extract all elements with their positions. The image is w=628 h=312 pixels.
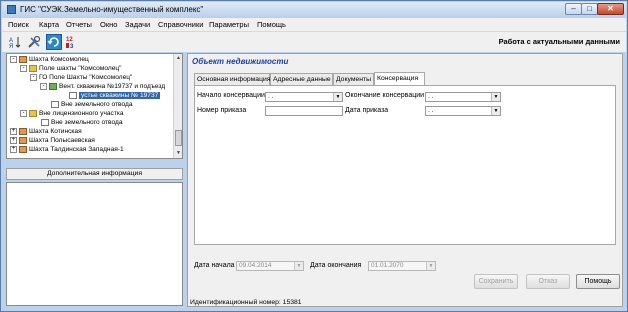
mine-icon [19,55,27,63]
collapse-icon[interactable]: - [10,55,17,63]
app-window: ГИС "СУЭК.Земельно-имущественный комплек… [0,0,628,312]
svg-text:12: 12 [66,37,73,43]
document-icon [41,118,49,126]
tab-documents[interactable]: Документы [333,73,374,85]
maximize-button[interactable]: □ [581,3,598,15]
title-bar[interactable]: ГИС "СУЭК.Земельно-имущественный комплек… [2,2,626,18]
chevron-down-icon: ▼ [294,262,303,270]
tab-address[interactable]: Адресные данные [270,73,333,85]
collapse-icon[interactable]: - [40,82,47,90]
date-start-field: 09.04.2014 ▼ [236,261,304,271]
scroll-thumb[interactable] [175,130,182,146]
panel-title: Объект недвижимости [192,57,289,66]
object-panel: Объект недвижимости Основная информация … [187,53,623,307]
tree-item[interactable]: + Шахта Талдинская Западная-1 [10,145,124,154]
tree-item[interactable]: - Вент. скважина №19737 и подъезд [40,82,165,91]
close-button[interactable]: ✕ [597,3,624,15]
menu-parameters[interactable]: Параметры [209,20,249,29]
object-tree[interactable]: - Шахта Комсомолец - Поле шахты "Комсомоле… [6,53,183,159]
menu-references[interactable]: Справочники [158,20,203,29]
object-icon [69,91,77,99]
chevron-down-icon[interactable]: ▼ [333,93,342,101]
order-number-field[interactable] [265,106,343,116]
cancel-button[interactable]: Отказ [526,274,570,289]
document-icon [51,100,59,108]
tree-item[interactable]: - Поле шахты "Комсомолец" [20,64,122,73]
chevron-down-icon[interactable]: ▼ [491,93,500,101]
mode-label: Работа с актуальными данными [498,37,620,46]
well-icon [49,82,57,90]
date-end-field: 01.01.2070 ▼ [368,261,436,271]
collapse-icon[interactable]: - [20,109,27,117]
menu-map[interactable]: Карта [39,20,59,29]
tree-scrollbar[interactable]: ▲ ▼ [173,54,182,158]
menu-search[interactable]: Поиск [8,20,29,29]
additional-info-pane [6,182,183,306]
mine-icon [19,136,27,144]
collapse-icon[interactable]: - [30,73,37,81]
tree-item[interactable]: Вне земельного отвода [41,118,123,127]
tree-item-selected[interactable]: устье скважины № 19737 [69,91,161,100]
tools-icon[interactable] [26,34,42,50]
refresh-icon[interactable] [46,34,62,50]
expand-icon[interactable]: + [10,145,17,153]
date-start-label: Дата начала [194,262,235,269]
svg-text:Я: Я [9,44,13,49]
mine-icon [19,145,27,153]
tree-item[interactable]: + Шахта Котинская [10,127,82,136]
order-date-combo[interactable]: . . ▼ [425,106,501,116]
expand-icon[interactable]: + [10,136,17,144]
chevron-down-icon[interactable]: ▼ [491,107,500,115]
tree-item[interactable]: + Шахта Полысаевская [10,136,95,145]
chevron-down-icon: ▼ [426,262,435,270]
menu-reports[interactable]: Отчеты [66,20,92,29]
help-button[interactable]: Помощь [576,274,620,289]
window-title: ГИС "СУЭК.Земельно-имущественный комплек… [20,5,204,14]
additional-info-header[interactable]: Дополнительная информация [6,168,183,180]
field-icon [29,64,37,72]
tree-item[interactable]: - ГО Поле Шахты "Комсомолец" [30,73,132,82]
end-date-combo[interactable]: . . ▼ [425,92,501,102]
mine-icon [19,127,27,135]
id-number: Идентификационный номер: 15381 [190,299,302,306]
menu-help[interactable]: Помощь [257,20,286,29]
tab-conservation[interactable]: Консервация [374,72,425,85]
date-end-label: Дата окончания [310,262,362,269]
tree-item[interactable]: - Шахта Комсомолец [10,55,89,64]
area-icon [29,109,37,117]
tab-main-info[interactable]: Основная информация [194,73,270,85]
conservation-tab-content: Начало консервации . . ▼ Окончание консер… [194,85,616,245]
sort-az-icon[interactable]: AЯ [7,34,23,50]
tree-item[interactable]: Вне земельного отвода [51,100,133,109]
end-label: Окончание консервации [345,92,425,99]
svg-text:3: 3 [70,44,74,49]
tree-item[interactable]: - Вне лицензионного участка [20,109,124,118]
start-date-combo[interactable]: . . ▼ [265,92,343,102]
collapse-icon[interactable]: - [20,64,27,72]
scroll-down-icon[interactable]: ▼ [174,149,182,158]
menu-tasks[interactable]: Задачи [125,20,150,29]
expand-icon[interactable]: + [10,127,17,135]
order-date-label: Дата приказа [345,107,389,114]
save-button[interactable]: Сохранить [474,274,518,289]
app-icon [7,5,16,14]
toolbar: AЯ 12 3 Работа с актуальными данными [2,31,626,52]
order-number-label: Номер приказа [197,107,247,114]
menu-window[interactable]: Окно [100,20,117,29]
scroll-up-icon[interactable]: ▲ [174,54,182,63]
minimize-button[interactable]: – [565,3,582,15]
menu-bar: Поиск Карта Отчеты Окно Задачи Справочни… [2,18,626,31]
start-label: Начало консервации [197,92,265,99]
numbering-icon[interactable]: 12 3 [65,34,81,50]
